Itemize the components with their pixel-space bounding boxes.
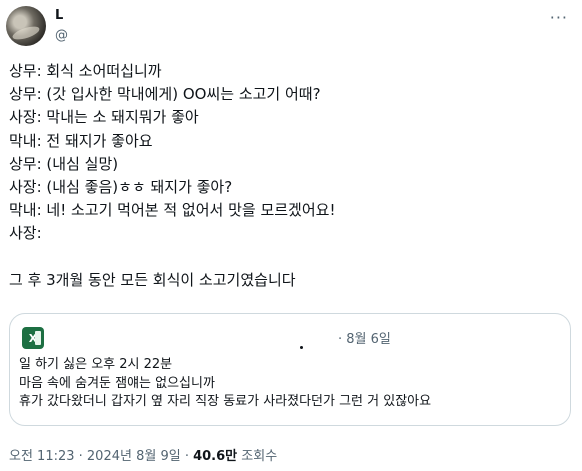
avatar[interactable] [6,6,46,46]
quote-line: 마음 속에 숨겨둔 잼얘는 없으십니까 [19,375,215,391]
dialogue-line: 상무: 회식 소어떠십니까 [9,62,162,80]
dialogue-line: 사장: [9,224,42,243]
dialogue-line: 막내: 네! 소고기 먹어본 적 없어서 맛을 모르겠어요! [9,201,336,220]
author-name[interactable]: L [55,8,63,23]
quote-line: 일 하기 싫은 오후 2시 22분 [19,357,173,372]
tweet-meta: 오전 11:23 · 2024년 8월 9일 · 40.6만 조회수 [9,445,277,464]
dialogue-line: 상무: (갓 입사한 막내에게) OO씨는 소고기 어때? [9,85,321,104]
dot-mark [300,346,303,349]
dialogue-line: 사장: 막내는 소 돼지뭐가 좋아 [9,108,199,127]
dialogue-line: 사장: (내심 좋음)ㅎㅎ 돼지가 좋아? [9,178,233,197]
timestamp[interactable]: 오전 11:23 · 2024년 8월 9일 · [9,449,193,464]
dialogue-line: 상무: (내심 실망) [9,154,119,173]
quote-line: 휴가 갔다왔더니 갑자기 옆 자리 직장 동료가 사라졌다던가 그런 거 있잖아… [19,394,432,409]
tweet-text: 상무: 회식 소어떠십니까 상무: (갓 입사한 막내에게) OO씨는 소고기 … [9,60,569,292]
view-count-label: 조회수 [237,449,278,464]
quoted-tweet[interactable]: X · 8월 6일 일 하기 싫은 오후 2시 22분 마음 속에 숨겨둔 잼얘… [9,313,571,426]
more-options-icon[interactable]: ··· [550,8,568,27]
quote-text: 일 하기 싫은 오후 2시 22분 마음 속에 숨겨둔 잼얘는 없으십니까 휴가… [19,356,431,412]
summary-line: 그 후 3개월 동안 모든 회식이 소고기였습니다 [9,270,296,289]
dialogue-line: 막내: 전 돼지가 좋아요 [9,131,153,150]
quote-date[interactable]: · 8월 6일 [338,328,391,347]
view-count: 40.6만 [193,449,238,464]
excel-icon[interactable]: X [22,327,44,349]
author-handle[interactable]: @ [55,28,68,43]
tweet-header: L @ ··· [6,6,576,52]
